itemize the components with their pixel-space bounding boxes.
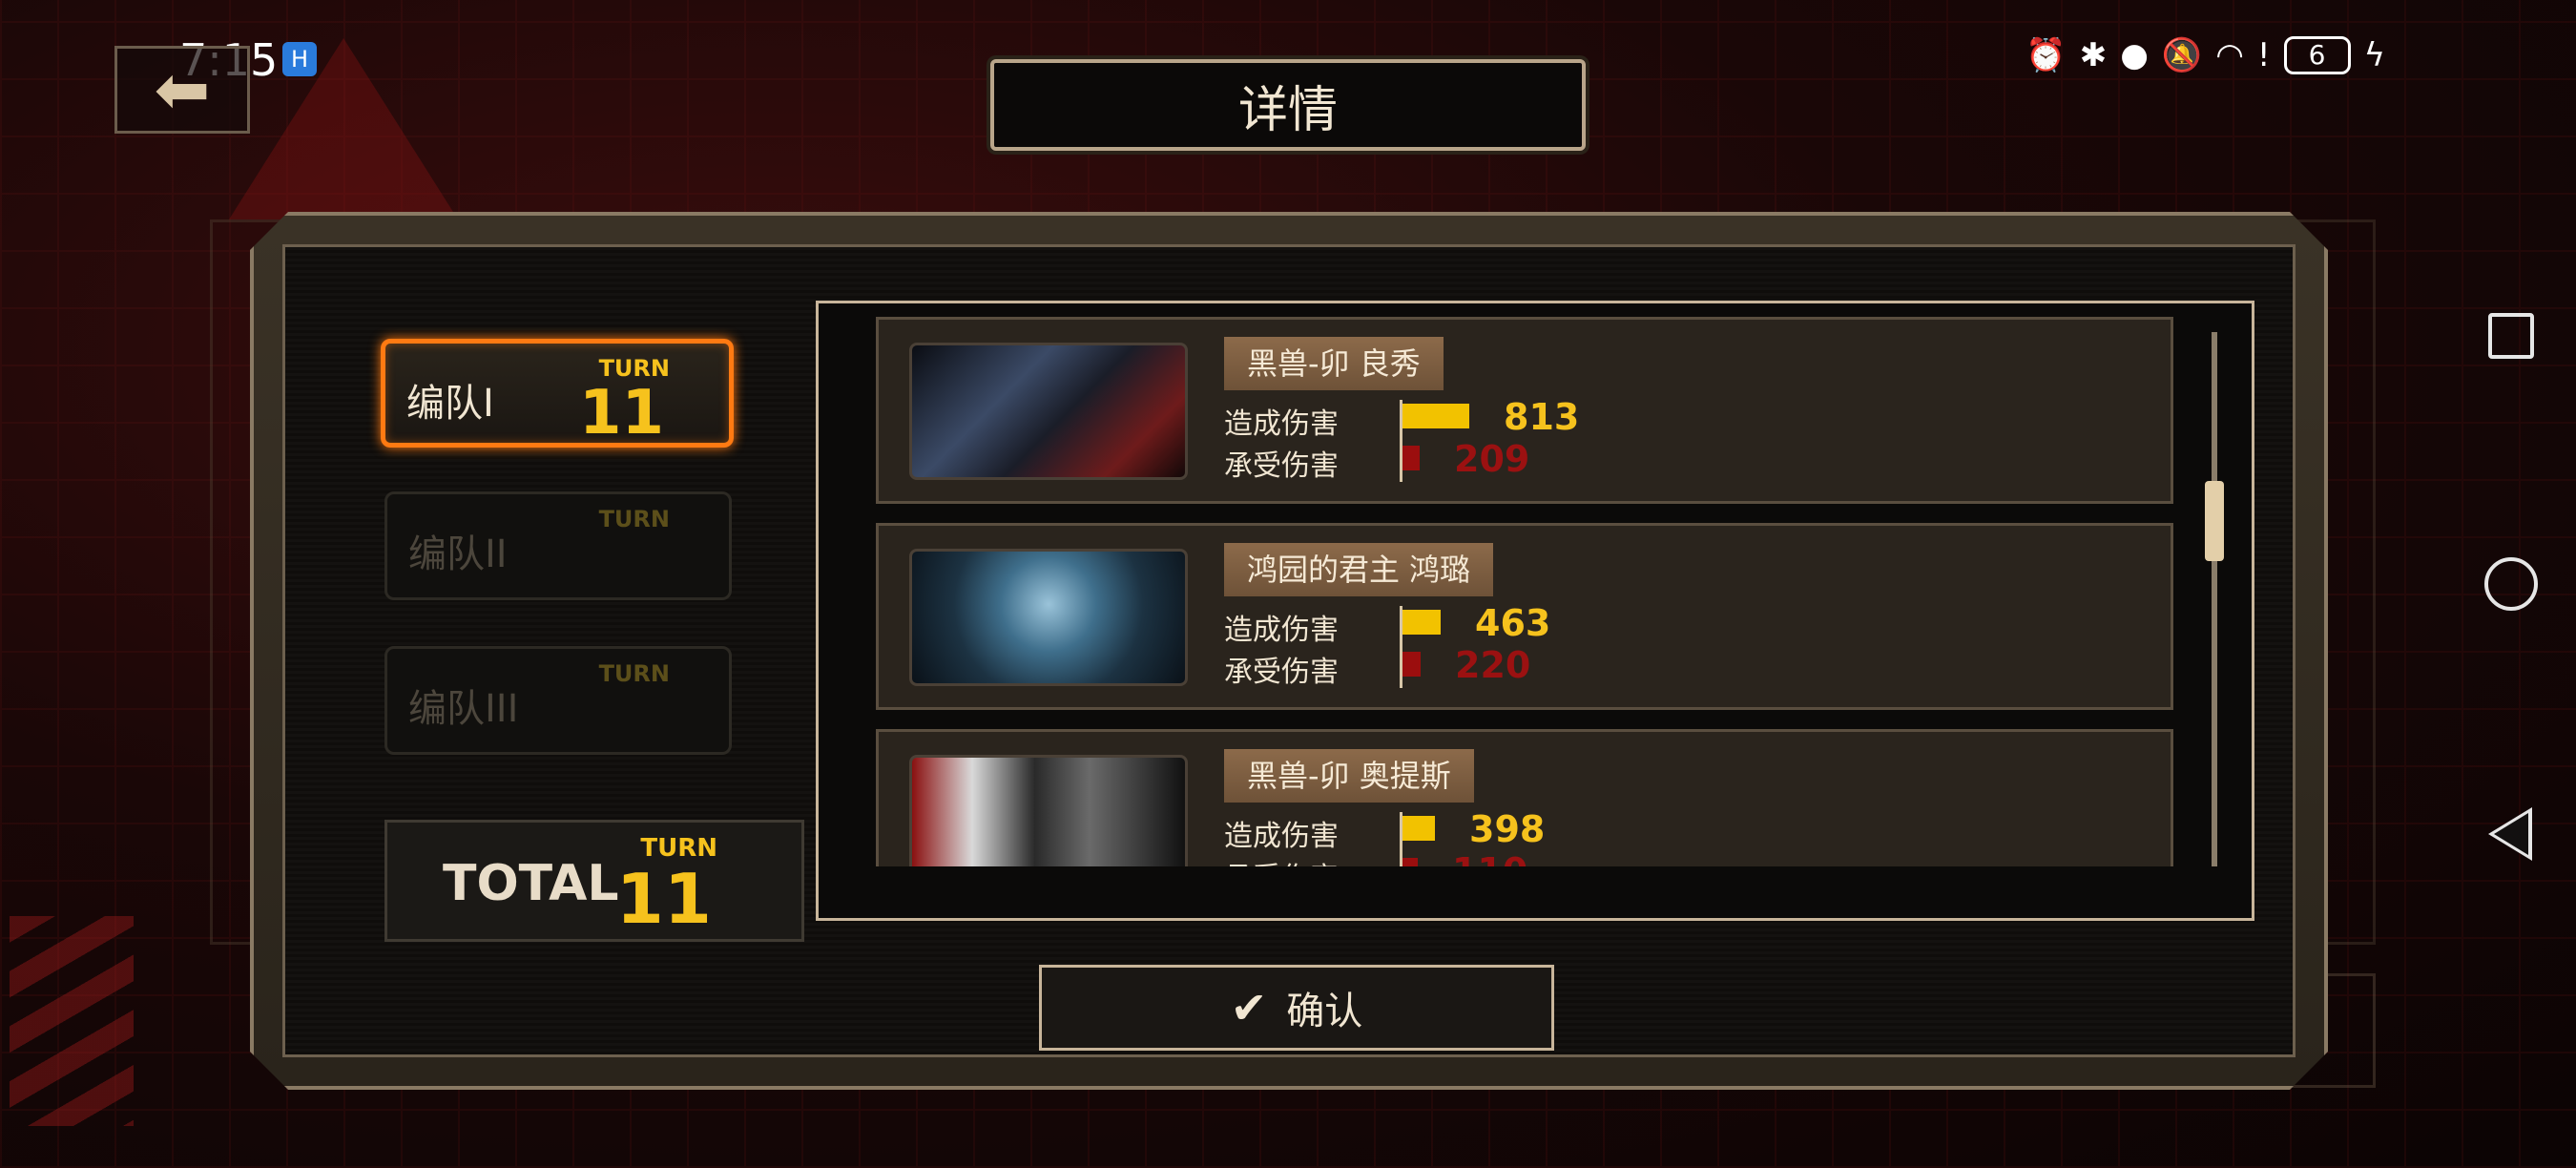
tab-team-2[interactable]: 编队II TURN — [384, 491, 732, 600]
details-modal: 编队I TURN 11 编队II TURN 编队III TURN TOTAL T… — [250, 212, 2328, 1090]
character-card: 黑兽-卯 奥提斯 造成伤害 承受伤害 398 110 — [876, 729, 2173, 866]
damage-taken-bar — [1402, 652, 1421, 677]
damage-dealt-value: 398 — [1469, 808, 1546, 850]
damage-taken-label: 承受伤害 — [1224, 449, 1339, 483]
damage-taken-value: 110 — [1452, 850, 1527, 866]
alert-icon: ! — [2256, 36, 2271, 74]
scrollbar-track[interactable] — [2212, 332, 2217, 866]
page-title: 详情 — [990, 59, 1586, 151]
back-arrow-icon: ⬅ — [154, 51, 211, 129]
character-list[interactable]: 黑兽-卯 良秀 造成伤害 承受伤害 813 209 鸿园的君主 鸿璐 造成伤害 … — [816, 301, 2254, 921]
damage-taken-label: 承受伤害 — [1224, 656, 1339, 689]
location-icon: ● — [2120, 36, 2149, 74]
recent-apps-button[interactable] — [2488, 313, 2534, 359]
character-portrait — [909, 549, 1188, 686]
character-portrait — [909, 755, 1188, 866]
character-name: 黑兽-卯 良秀 — [1224, 337, 1444, 390]
alarm-icon: ⏰ — [2025, 36, 2067, 74]
damage-dealt-bar — [1402, 816, 1435, 841]
team-label: 编队II — [408, 532, 508, 576]
back-button[interactable]: ⬅ — [114, 46, 250, 134]
home-button[interactable] — [2484, 557, 2538, 611]
total-turns: TOTAL TURN 11 — [384, 820, 804, 942]
total-label: TOTAL — [443, 855, 619, 912]
damage-taken-value: 220 — [1455, 644, 1531, 686]
bluetooth-icon: ✱ — [2079, 36, 2108, 74]
character-card: 鸿园的君主 鸿璐 造成伤害 承受伤害 463 220 — [876, 523, 2173, 710]
damage-dealt-value: 463 — [1475, 602, 1551, 644]
damage-dealt-label: 造成伤害 — [1224, 614, 1339, 647]
tab-team-1[interactable]: 编队I TURN 11 — [381, 339, 734, 448]
character-name: 鸿园的君主 鸿璐 — [1224, 543, 1494, 596]
battery-icon: 6 — [2283, 36, 2351, 74]
check-icon: ✔ — [1230, 982, 1268, 1033]
damage-taken-value: 209 — [1454, 438, 1530, 480]
app-notification-icon: H — [282, 42, 317, 76]
damage-dealt-label: 造成伤害 — [1224, 407, 1339, 441]
damage-dealt-bar — [1402, 610, 1441, 635]
scrollbar-thumb[interactable] — [2205, 481, 2224, 561]
character-name: 黑兽-卯 奥提斯 — [1224, 749, 1474, 803]
damage-dealt-value: 813 — [1504, 396, 1580, 438]
nav-back-button[interactable] — [2488, 807, 2532, 861]
character-card: 黑兽-卯 良秀 造成伤害 承受伤害 813 209 — [876, 317, 2173, 504]
damage-dealt-bar — [1402, 404, 1469, 428]
status-icons: ⏰ ✱ ● 🔕 ◠ ! 6 ϟ — [2025, 36, 2385, 74]
damage-taken-label: 承受伤害 — [1224, 854, 1339, 866]
character-portrait — [909, 343, 1188, 480]
damage-taken-bar — [1402, 446, 1420, 470]
confirm-label: 确认 — [1286, 990, 1363, 1033]
damage-dealt-label: 造成伤害 — [1224, 820, 1339, 853]
turn-count: 11 — [578, 378, 664, 448]
damage-taken-bar — [1402, 858, 1418, 866]
confirm-button[interactable]: ✔ 确认 — [1039, 965, 1554, 1051]
team-label: 编队I — [406, 382, 494, 426]
charging-icon: ϟ — [2363, 36, 2385, 74]
tab-team-3[interactable]: 编队III TURN — [384, 646, 732, 755]
wifi-icon: ◠ — [2215, 36, 2244, 74]
turn-label: TURN — [598, 660, 670, 687]
turn-label: TURN — [598, 506, 670, 532]
mute-icon: 🔕 — [2161, 36, 2203, 74]
team-label: 编队III — [408, 687, 519, 731]
chevron-decoration — [10, 916, 134, 1126]
total-turn-count: 11 — [615, 859, 712, 939]
